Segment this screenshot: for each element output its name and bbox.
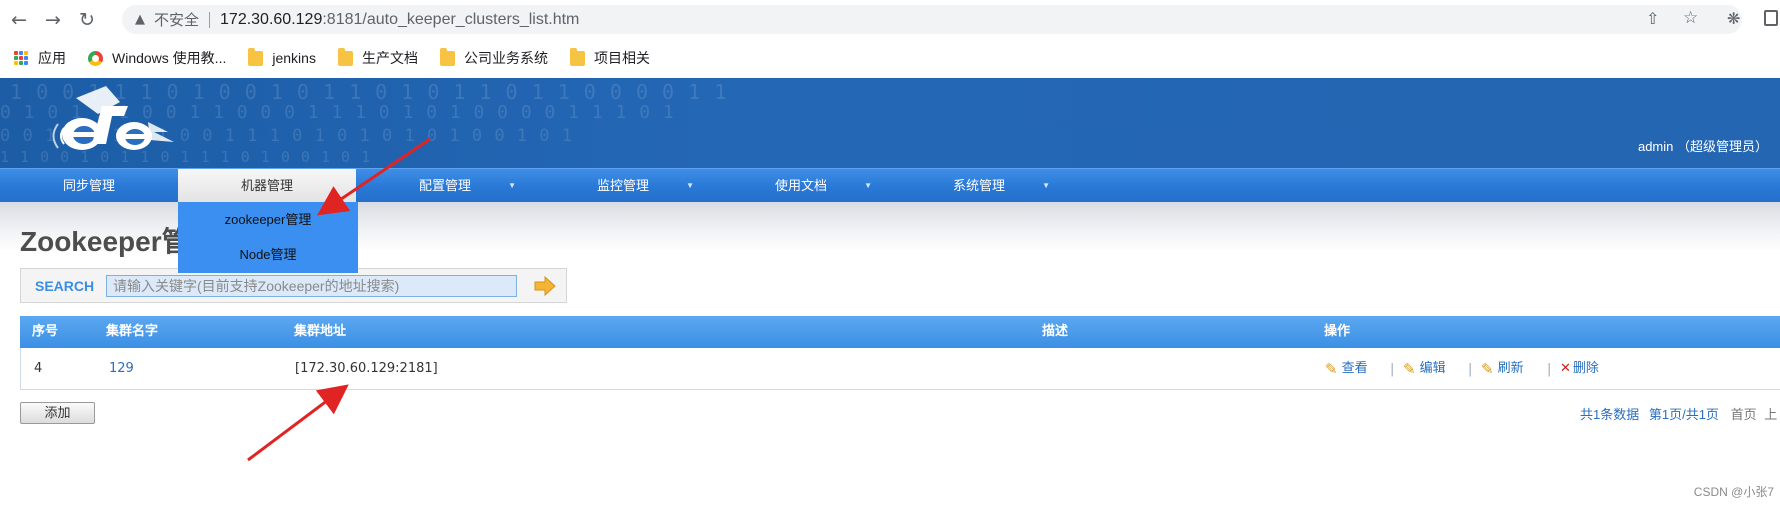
chrome-icon: [88, 50, 103, 66]
prev-page-link[interactable]: 上: [1764, 407, 1777, 422]
total-count: 共1条数据: [1580, 407, 1640, 422]
bookmark-label: jenkins: [272, 50, 316, 66]
table-row: 4 129 [172.30.60.129:2181] ✎ 查看 | ✎ 编辑 | ✎…: [20, 348, 1780, 390]
cell-index: 4: [34, 361, 43, 376]
bookmarks-bar: 应用 Windows 使用教... jenkins 生产文档 公司业务系统 项目…: [0, 38, 1780, 78]
bookmark-windows[interactable]: Windows 使用教...: [88, 48, 226, 68]
nav-item-machine[interactable]: 机器管理: [178, 169, 356, 203]
folder-icon: [569, 47, 585, 66]
watermark: CSDN @小张7: [1693, 485, 1774, 499]
warning-icon[interactable]: ▲: [132, 12, 148, 28]
bookmark-jenkins[interactable]: jenkins: [248, 47, 316, 66]
pagination: 共1条数据 第1页/共1页 首页 上: [1580, 404, 1777, 423]
caret-down-icon: ▼: [508, 181, 516, 190]
add-button[interactable]: 添加: [20, 402, 95, 424]
bookmark-production-docs[interactable]: 生产文档: [337, 47, 418, 68]
cell-cluster-name-link[interactable]: 129: [109, 348, 134, 390]
address-bar[interactable]: ▲ 不安全 172.30.60.129:8181/auto_keeper_clu…: [122, 5, 1742, 34]
nav-item-config[interactable]: 配置管理 ▼: [356, 169, 534, 203]
action-separator: |: [1468, 362, 1473, 377]
bookmark-star-icon[interactable]: ☆: [1683, 8, 1698, 28]
url-text[interactable]: 172.30.60.129:8181/auto_keeper_clusters_…: [220, 11, 579, 29]
browser-toolbar: ← → ↻ ▲ 不安全 172.30.60.129:8181/auto_keep…: [0, 0, 1780, 38]
app-header: 1 0 0 1 1 1 0 1 0 0 1 0 1 1 0 1 0 1 1 0 …: [0, 78, 1780, 168]
ete-logo: [52, 86, 174, 150]
page-info: 第1页/共1页: [1648, 407, 1719, 422]
caret-down-icon: ▼: [1042, 181, 1050, 190]
window-icon[interactable]: [1764, 10, 1778, 26]
apps-grid-icon: [14, 50, 29, 66]
annotation-arrow-address: [247, 384, 349, 462]
page-title: Zookeeper管: [20, 226, 190, 257]
caret-down-icon: ▼: [864, 181, 872, 190]
column-header-index: 序号: [32, 324, 59, 339]
reload-icon[interactable]: ↻: [76, 9, 98, 31]
bookmark-apps[interactable]: 应用: [14, 48, 66, 68]
cell-cluster-address: [172.30.60.129:2181]: [295, 361, 438, 376]
bookmark-business-systems[interactable]: 公司业务系统: [439, 47, 548, 68]
menu-item-zookeeper[interactable]: zookeeper管理: [178, 202, 358, 237]
delete-action[interactable]: ✕ 删除: [1560, 348, 1599, 390]
back-arrow-icon[interactable]: ←: [8, 9, 30, 31]
delete-x-icon: ✕: [1560, 361, 1571, 376]
machine-dropdown-menu: zookeeper管理 Node管理: [178, 202, 358, 273]
refresh-action[interactable]: ✎ 刷新: [1481, 348, 1524, 390]
search-arrow-icon[interactable]: [533, 275, 557, 297]
column-header-actions: 操作: [1324, 324, 1351, 339]
bookmark-label: 项目相关: [593, 50, 650, 66]
action-separator: |: [1547, 362, 1552, 377]
view-action[interactable]: ✎ 查看: [1325, 348, 1368, 390]
action-separator: |: [1390, 362, 1395, 377]
extensions-icon[interactable]: ❋: [1727, 9, 1740, 28]
column-header-cluster-name: 集群名字: [106, 324, 159, 339]
caret-down-icon: ▼: [686, 181, 694, 190]
bookmark-label: 应用: [38, 50, 66, 66]
insecure-label: 不安全: [154, 12, 200, 29]
menu-item-node[interactable]: Node管理: [178, 237, 358, 272]
column-header-cluster-address: 集群地址: [294, 324, 347, 339]
bookmark-project[interactable]: 项目相关: [569, 47, 650, 68]
url-separator: [209, 11, 211, 28]
pencil-icon: ✎: [1325, 360, 1338, 378]
folder-icon: [439, 47, 455, 66]
nav-item-system[interactable]: 系统管理 ▼: [890, 169, 1068, 203]
folder-icon: [337, 47, 353, 66]
folder-icon: [248, 47, 264, 66]
main-nav: 同步管理 机器管理 配置管理 ▼ 监控管理 ▼ 使用文档 ▼ 系统管理 ▼: [0, 168, 1780, 203]
forward-arrow-icon[interactable]: →: [42, 9, 64, 31]
pencil-icon: ✎: [1403, 360, 1416, 378]
pencil-icon: ✎: [1481, 360, 1494, 378]
column-header-description: 描述: [1042, 324, 1069, 339]
bookmark-label: 公司业务系统: [463, 50, 548, 66]
search-panel: SEARCH: [20, 268, 567, 303]
table-header: 序号 集群名字 集群地址 描述 操作: [20, 316, 1780, 348]
first-page-link[interactable]: 首页: [1731, 407, 1757, 422]
current-user: admin （超级管理员）: [1637, 139, 1768, 154]
search-input[interactable]: [106, 275, 517, 297]
nav-item-monitor[interactable]: 监控管理 ▼: [534, 169, 712, 203]
bookmark-label: 生产文档: [361, 50, 418, 66]
share-icon[interactable]: ⇧: [1646, 9, 1659, 28]
edit-action[interactable]: ✎ 编辑: [1403, 348, 1446, 390]
search-label: SEARCH: [35, 278, 95, 294]
bookmark-label: Windows 使用教...: [112, 50, 227, 66]
nav-item-docs[interactable]: 使用文档 ▼: [712, 169, 890, 203]
nav-item-sync[interactable]: 同步管理: [0, 169, 178, 203]
